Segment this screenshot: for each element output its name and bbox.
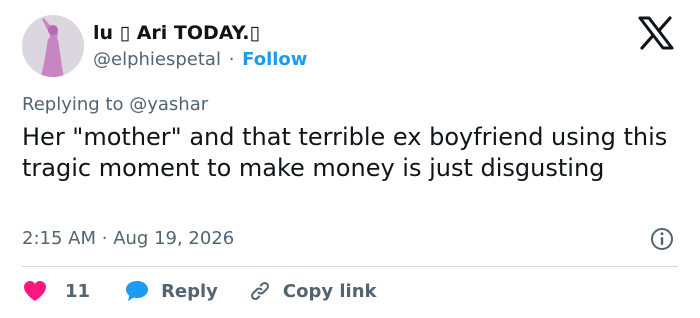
speech-bubble-icon bbox=[126, 281, 149, 301]
author-handle-row: @elphiespetal · Follow bbox=[93, 47, 307, 73]
tweet-time: 2:15 AM bbox=[22, 228, 96, 249]
reply-button[interactable]: Reply bbox=[124, 279, 218, 303]
replying-to-mention[interactable]: @yashar bbox=[129, 94, 208, 115]
avatar-image bbox=[22, 15, 84, 77]
like-button[interactable]: 11 bbox=[22, 279, 90, 303]
action-bar: 11 Reply Copy link bbox=[22, 276, 377, 306]
divider bbox=[22, 266, 678, 267]
follow-link[interactable]: Follow bbox=[242, 49, 307, 70]
like-count: 11 bbox=[65, 280, 91, 302]
author-handle[interactable]: @elphiespetal bbox=[93, 49, 221, 70]
reply-label: Reply bbox=[161, 280, 218, 302]
timestamp-separator: · bbox=[101, 228, 108, 249]
x-logo-icon[interactable] bbox=[638, 16, 674, 50]
tweet-date: Aug 19, 2026 bbox=[113, 228, 235, 249]
tweet-timestamp[interactable]: 2:15 AM · Aug 19, 2026 bbox=[22, 226, 234, 252]
copy-link-button[interactable]: Copy link bbox=[248, 279, 377, 303]
info-icon[interactable] bbox=[650, 227, 674, 251]
link-icon bbox=[250, 282, 269, 300]
avatar[interactable] bbox=[22, 15, 84, 77]
heart-icon bbox=[24, 281, 46, 301]
author-display-name[interactable]: lu ▯ Ari TODAY.▯ bbox=[93, 20, 260, 46]
replying-to-label: Replying to bbox=[22, 94, 124, 115]
replying-to: Replying to @yashar bbox=[22, 92, 208, 118]
copy-link-label: Copy link bbox=[282, 280, 377, 302]
tweet-text: Her "mother" and that terrible ex boyfri… bbox=[22, 123, 668, 182]
separator-dot: · bbox=[228, 49, 235, 70]
